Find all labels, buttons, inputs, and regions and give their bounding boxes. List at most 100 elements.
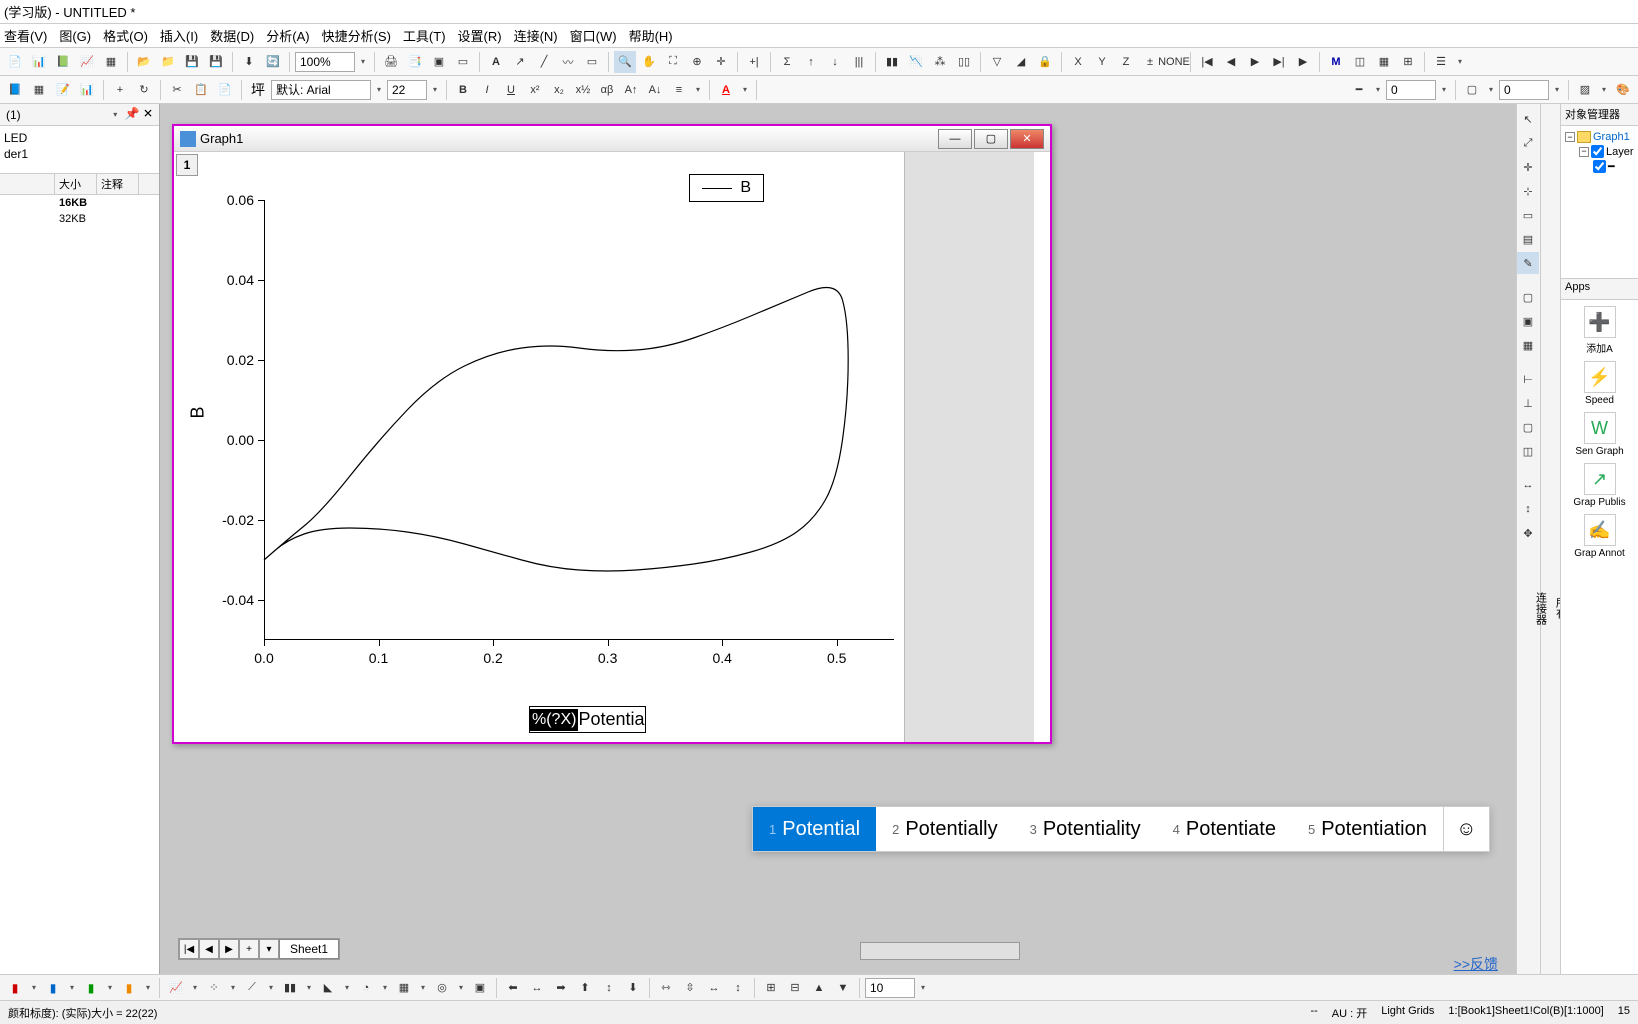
align-bottom-icon[interactable]: ⬇ [622, 977, 644, 999]
cut-icon[interactable]: ✂ [166, 79, 188, 101]
last-icon[interactable]: ▶| [1268, 51, 1290, 73]
sort-desc-icon[interactable]: ↓ [824, 51, 846, 73]
font-increase-icon[interactable]: A↑ [620, 79, 642, 101]
line-tool-icon[interactable]: ╱ [533, 51, 555, 73]
lock-icon[interactable]: 🔒 [1034, 51, 1056, 73]
scatter-chart-icon[interactable]: ⁂ [929, 51, 951, 73]
app-item[interactable]: ⚡Speed [1584, 361, 1616, 406]
maximize-button[interactable]: ▢ [974, 129, 1008, 149]
layer-arrange-icon[interactable]: ▦ [1373, 51, 1395, 73]
mask-tool-icon[interactable]: ▤ [1517, 228, 1539, 250]
zoom-rect-icon[interactable]: 🔍 [614, 51, 636, 73]
panning-icon[interactable]: ✋ [638, 51, 660, 73]
next-icon[interactable]: ▶ [1244, 51, 1266, 73]
distribute-h-icon[interactable]: ⇿ [655, 977, 677, 999]
dropdown-icon[interactable]: ▾ [341, 978, 353, 998]
graph-icon[interactable]: 📊 [76, 79, 98, 101]
menu-window[interactable]: 窗口(W) [570, 26, 617, 45]
same-height-icon[interactable]: ↕ [727, 977, 749, 999]
sort-asc-icon[interactable]: ↑ [800, 51, 822, 73]
merge-icon[interactable]: ⊞ [1397, 51, 1419, 73]
region-tool-icon[interactable]: ▭ [1517, 204, 1539, 226]
menu-analysis[interactable]: 分析(A) [266, 26, 309, 45]
spacing-input[interactable] [865, 978, 915, 998]
dropdown-icon[interactable]: ▾ [455, 978, 467, 998]
save-template-icon[interactable]: 💾 [205, 51, 227, 73]
minimize-button[interactable]: — [938, 129, 972, 149]
template-plot-icon[interactable]: ▣ [469, 977, 491, 999]
app-item[interactable]: ➕添加A [1584, 306, 1616, 355]
data-curve[interactable] [264, 288, 848, 572]
col-name[interactable] [0, 174, 55, 194]
align-dropdown-icon[interactable]: ▾ [692, 80, 704, 100]
print-icon[interactable]: 🖨 [380, 51, 402, 73]
rescale-icon[interactable]: ⛶ [662, 51, 684, 73]
import-icon[interactable]: ⬇ [238, 51, 260, 73]
font-decrease-icon[interactable]: A↓ [644, 79, 666, 101]
new-excel-icon[interactable]: 📗 [52, 51, 74, 73]
border-dropdown-icon[interactable]: ▾ [1485, 80, 1497, 100]
font-size-input[interactable] [387, 80, 427, 100]
axis-frame-icon[interactable]: ◫ [1517, 440, 1539, 462]
sheet-next-icon[interactable]: ▶ [219, 939, 239, 959]
open-icon[interactable]: 📂 [133, 51, 155, 73]
none-icon[interactable]: NONE [1163, 51, 1185, 73]
graph-titlebar[interactable]: Graph1 — ▢ ✕ [174, 126, 1050, 152]
col-note[interactable]: 注释 [97, 174, 139, 194]
bold-icon[interactable]: B [452, 79, 474, 101]
column-plot-icon[interactable]: ▮▮ [279, 977, 301, 999]
list-row[interactable]: 16KB [0, 195, 159, 211]
sheet-add-icon[interactable]: + [239, 939, 259, 959]
tree-collapse-icon[interactable]: − [1565, 132, 1575, 142]
orange-plot-icon[interactable]: ▮ [118, 977, 140, 999]
linestyle-dropdown-icon[interactable]: ▾ [1372, 80, 1384, 100]
tree-graph-label[interactable]: Graph1 [1593, 131, 1630, 143]
underline-icon[interactable]: U [500, 79, 522, 101]
align-center-icon[interactable]: ↔ [526, 977, 548, 999]
new-graph-icon[interactable]: 📈 [76, 51, 98, 73]
border-icon[interactable]: ▢ [1461, 79, 1483, 101]
zoom-y-icon[interactable]: ↕ [1517, 498, 1539, 520]
mask-icon[interactable]: ◢ [1010, 51, 1032, 73]
rect-tool-icon[interactable]: ▭ [581, 51, 603, 73]
close-button[interactable]: ✕ [1010, 129, 1044, 149]
horizontal-scrollbar[interactable] [860, 942, 1020, 960]
ime-candidate[interactable]: 2Potentially [876, 807, 1014, 851]
x-label-selection[interactable]: %(?X) [530, 709, 578, 731]
align-top-icon[interactable]: ⬆ [574, 977, 596, 999]
dropdown-icon[interactable]: ▾ [379, 978, 391, 998]
dropdown-icon[interactable]: ▾ [109, 105, 121, 125]
linesym-plot-icon[interactable]: ⟋ [241, 977, 263, 999]
paste-icon[interactable]: 📄 [214, 79, 236, 101]
dropdown-icon[interactable]: ▾ [104, 978, 116, 998]
align-left-icon[interactable]: ⬅ [502, 977, 524, 999]
axis-bottom-icon[interactable]: ⊥ [1517, 392, 1539, 414]
prev-icon[interactable]: ◀ [1220, 51, 1242, 73]
workbook-icon[interactable]: 📘 [4, 79, 26, 101]
menu-insert[interactable]: 插入(I) [160, 26, 198, 45]
italic-icon[interactable]: I [476, 79, 498, 101]
options-dropdown-icon[interactable]: ▾ [1454, 52, 1466, 72]
legend[interactable]: B [689, 174, 764, 202]
column-chart-icon[interactable]: ▯▯ [953, 51, 975, 73]
superscript-icon[interactable]: x² [524, 79, 546, 101]
scatter-plot-icon[interactable]: ⁘ [203, 977, 225, 999]
blue-plot-icon[interactable]: ▮ [42, 977, 64, 999]
fontsize-dropdown-icon[interactable]: ▾ [429, 80, 441, 100]
dropdown-icon[interactable]: ▾ [28, 978, 40, 998]
greek-icon[interactable]: αβ [596, 79, 618, 101]
ime-candidate[interactable]: 3Potentiality [1014, 807, 1157, 851]
recalc-icon[interactable]: ↻ [133, 79, 155, 101]
axis-left-icon[interactable]: ⊢ [1517, 368, 1539, 390]
right-tab-connector[interactable]: 连接器 [1533, 592, 1549, 625]
layer-select-icon[interactable]: ◫ [1349, 51, 1371, 73]
group-icon[interactable]: ⊞ [760, 977, 782, 999]
menu-settings[interactable]: 设置(R) [458, 26, 502, 45]
dropdown-icon[interactable]: ▾ [189, 978, 201, 998]
contour-plot-icon[interactable]: ◎ [431, 977, 453, 999]
palette-icon[interactable]: 🎨 [1612, 79, 1634, 101]
menu-graph[interactable]: 图(G) [59, 26, 91, 45]
dropdown-icon[interactable]: ▾ [303, 978, 315, 998]
app-item[interactable]: ✍Grap Annot [1574, 514, 1625, 559]
layer-checkbox[interactable] [1591, 145, 1604, 158]
